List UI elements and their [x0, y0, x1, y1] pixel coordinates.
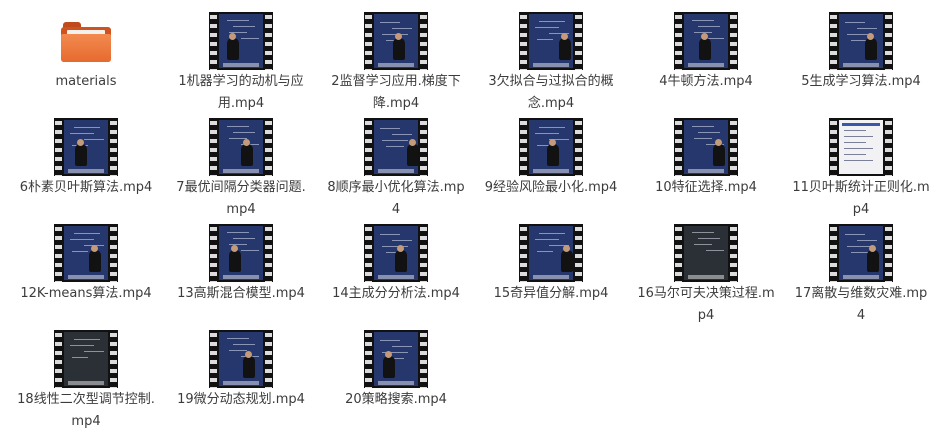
film-strip-icon	[54, 118, 118, 176]
video-thumb	[320, 322, 472, 388]
film-strip-icon	[674, 224, 738, 282]
video-file-item[interactable]: 13高斯混合模型.mp4	[165, 216, 317, 305]
video-thumb	[475, 216, 627, 282]
video-file-item[interactable]: 19微分动态规划.mp4	[165, 322, 317, 411]
video-file-item[interactable]: 15奇异值分解.mp4	[475, 216, 627, 305]
video-file-item[interactable]: 20策略搜索.mp4	[320, 322, 472, 411]
video-file-item[interactable]: 11贝叶斯统计正则化.mp4	[785, 110, 937, 221]
video-thumb	[165, 110, 317, 176]
video-thumb	[785, 4, 937, 70]
file-label: 11贝叶斯统计正则化.mp4	[792, 180, 930, 217]
video-thumb	[630, 110, 782, 176]
video-file-item[interactable]: 16马尔可夫决策过程.mp4	[630, 216, 782, 327]
file-label: 15奇异值分解.mp4	[493, 286, 609, 301]
file-label: 19微分动态规划.mp4	[177, 392, 305, 407]
file-label: 4牛顿方法.mp4	[659, 74, 753, 89]
video-thumb	[10, 216, 162, 282]
video-thumb	[785, 110, 937, 176]
film-strip-icon	[209, 330, 273, 388]
video-file-item[interactable]: 17离散与维数灾难.mp4	[785, 216, 937, 327]
video-thumb	[630, 216, 782, 282]
film-strip-icon	[364, 12, 428, 70]
video-file-item[interactable]: 3欠拟合与过拟合的概念.mp4	[475, 4, 627, 115]
video-thumb	[320, 110, 472, 176]
file-label: 3欠拟合与过拟合的概念.mp4	[488, 74, 614, 111]
film-strip-icon	[519, 12, 583, 70]
film-strip-icon	[54, 224, 118, 282]
file-label: 8顺序最小优化算法.mp4	[327, 180, 465, 217]
video-file-item[interactable]: 10特征选择.mp4	[630, 110, 782, 199]
video-file-item[interactable]: 7最优间隔分类器问题.mp4	[165, 110, 317, 221]
file-label: 2监督学习应用.梯度下降.mp4	[331, 74, 461, 111]
file-label: 7最优间隔分类器问题.mp4	[176, 180, 306, 217]
film-strip-icon	[209, 118, 273, 176]
file-label: 1机器学习的动机与应用.mp4	[178, 74, 304, 111]
video-thumb	[475, 4, 627, 70]
video-file-item[interactable]: 14主成分分析法.mp4	[320, 216, 472, 305]
film-strip-icon	[829, 118, 893, 176]
video-file-item[interactable]: 5生成学习算法.mp4	[785, 4, 937, 93]
video-thumb	[320, 4, 472, 70]
video-file-item[interactable]: 1机器学习的动机与应用.mp4	[165, 4, 317, 115]
file-label: 5生成学习算法.mp4	[801, 74, 921, 89]
video-thumb	[165, 4, 317, 70]
video-file-item[interactable]: 8顺序最小优化算法.mp4	[320, 110, 472, 221]
film-strip-icon	[829, 12, 893, 70]
video-file-item[interactable]: 2监督学习应用.梯度下降.mp4	[320, 4, 472, 115]
film-strip-icon	[519, 118, 583, 176]
file-label: 17离散与维数灾难.mp4	[794, 286, 928, 323]
folder-materials[interactable]: materials	[10, 4, 162, 93]
file-label: 14主成分分析法.mp4	[332, 286, 460, 301]
film-strip-icon	[364, 118, 428, 176]
video-thumb	[475, 110, 627, 176]
film-strip-icon	[829, 224, 893, 282]
video-thumb	[10, 322, 162, 388]
film-strip-icon	[209, 12, 273, 70]
film-strip-icon	[209, 224, 273, 282]
film-strip-icon	[364, 330, 428, 388]
folder-icon	[61, 22, 111, 62]
video-thumb	[630, 4, 782, 70]
film-strip-icon	[364, 224, 428, 282]
video-file-item[interactable]: 9经验风险最小化.mp4	[475, 110, 627, 199]
file-label: 18线性二次型调节控制.mp4	[17, 392, 155, 429]
video-thumb	[165, 322, 317, 388]
file-label: 10特征选择.mp4	[655, 180, 757, 195]
video-file-item[interactable]: 6朴素贝叶斯算法.mp4	[10, 110, 162, 199]
film-strip-icon	[674, 12, 738, 70]
video-thumb	[320, 216, 472, 282]
film-strip-icon	[674, 118, 738, 176]
file-label: 16马尔可夫决策过程.mp4	[637, 286, 775, 323]
video-file-item[interactable]: 12K-means算法.mp4	[10, 216, 162, 305]
file-label: 6朴素贝叶斯算法.mp4	[19, 180, 153, 195]
file-label: materials	[55, 74, 117, 89]
video-thumb	[785, 216, 937, 282]
film-strip-icon	[519, 224, 583, 282]
video-file-item[interactable]: 18线性二次型调节控制.mp4	[10, 322, 162, 433]
file-label: 20策略搜索.mp4	[345, 392, 447, 407]
file-label: 9经验风险最小化.mp4	[484, 180, 618, 195]
video-thumb	[10, 110, 162, 176]
film-strip-icon	[54, 330, 118, 388]
folder-thumb	[10, 4, 162, 70]
video-thumb	[165, 216, 317, 282]
video-file-item[interactable]: 4牛顿方法.mp4	[630, 4, 782, 93]
file-label: 13高斯混合模型.mp4	[177, 286, 305, 301]
file-label: 12K-means算法.mp4	[20, 286, 152, 301]
